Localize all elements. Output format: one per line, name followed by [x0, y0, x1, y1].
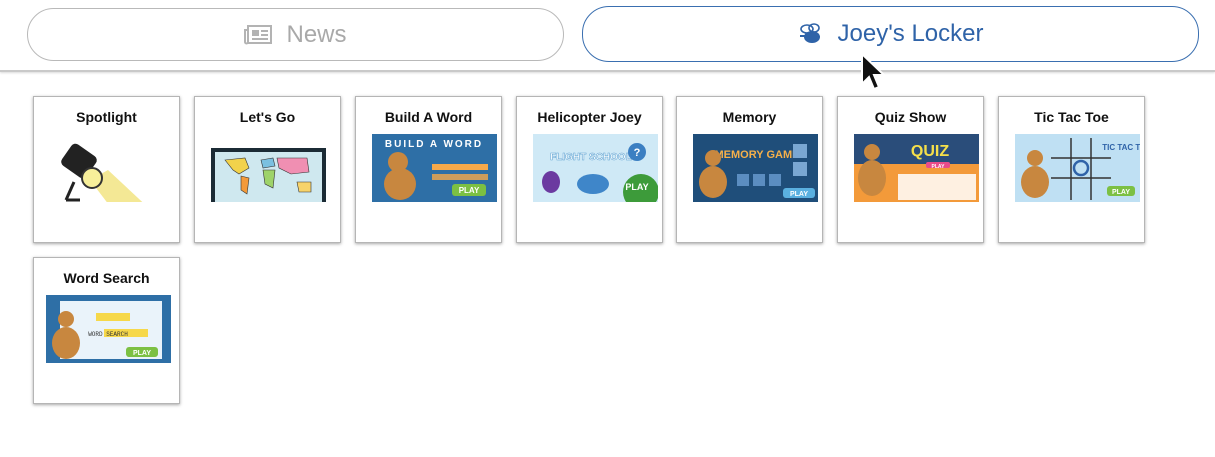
spotlight-thumbnail [50, 134, 175, 202]
game-title: Quiz Show [874, 109, 947, 125]
game-card-tic-tac-toe[interactable]: Tic Tac Toe TIC TAC TOE PLAY [998, 96, 1145, 243]
play-label: PLAY [1112, 189, 1130, 196]
helicopter-joey-thumbnail: FLIGHT SCHOOL ? PLAY [533, 134, 658, 202]
play-label: PLAY [932, 164, 946, 170]
lets-go-thumbnail [211, 134, 336, 202]
tab-news-label: News [286, 20, 347, 48]
tab-news[interactable]: News [27, 8, 564, 61]
tab-joeys-locker-label: Joey's Locker [837, 20, 984, 47]
quiz-thumb-text: QUIZ [911, 143, 949, 160]
word-search-thumb-text: WORD SEARCH [88, 331, 128, 338]
build-a-word-thumb-text: BUILD A WORD [385, 139, 483, 150]
game-title: Let's Go [239, 109, 296, 125]
game-card-lets-go[interactable]: Let's Go [194, 96, 341, 243]
word-search-thumbnail: WORD SEARCH PLAY [46, 295, 171, 363]
bee-icon [798, 23, 824, 45]
memory-thumbnail: MEMORY GAME PLAY [693, 134, 818, 202]
game-title: Spotlight [76, 109, 137, 125]
quiz-show-thumbnail: QUIZ PLAY [854, 134, 979, 202]
game-card-word-search[interactable]: Word Search WORD SEARCH PLAY [33, 257, 180, 404]
top-navigation-bar: News Joey's Locker [0, 0, 1215, 72]
game-card-memory[interactable]: Memory MEMORY GAME PLAY [676, 96, 823, 243]
play-label: PLAY [459, 186, 480, 195]
game-card-build-a-word[interactable]: Build A Word BUILD A WORD PLAY [355, 96, 502, 243]
svg-text:?: ? [634, 147, 641, 159]
tic-tac-toe-thumb-text: TIC TAC TOE [1102, 143, 1140, 152]
game-title: Word Search [63, 270, 150, 286]
flight-school-thumb-text: FLIGHT SCHOOL [550, 152, 632, 163]
memory-game-thumb-text: MEMORY GAME [715, 149, 800, 161]
game-card-quiz-show[interactable]: Quiz Show QUIZ PLAY [837, 96, 984, 243]
play-label: PLAY [790, 191, 808, 198]
game-title: Build A Word [384, 109, 473, 125]
tic-tac-toe-thumbnail: TIC TAC TOE PLAY [1015, 134, 1140, 202]
newspaper-icon [244, 24, 273, 45]
game-title: Tic Tac Toe [1034, 109, 1109, 125]
game-card-spotlight[interactable]: Spotlight [33, 96, 180, 243]
play-label: PLAY [625, 182, 648, 192]
tab-joeys-locker[interactable]: Joey's Locker [582, 6, 1199, 62]
game-title: Memory [722, 109, 777, 125]
play-label: PLAY [133, 350, 151, 357]
mouse-cursor-icon [860, 51, 888, 97]
game-card-helicopter-joey[interactable]: Helicopter Joey FLIGHT SCHOOL ? PLAY [516, 96, 663, 243]
build-a-word-thumbnail: BUILD A WORD PLAY [372, 134, 497, 202]
game-title: Helicopter Joey [537, 109, 642, 125]
